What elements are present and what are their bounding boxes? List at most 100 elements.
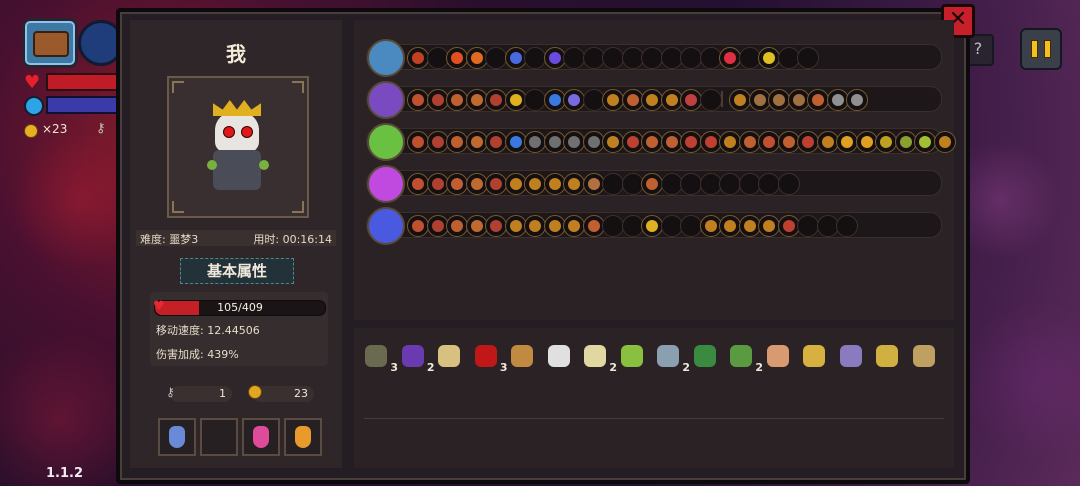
- golden-key-item-icon: [803, 345, 825, 367]
- empty-upgrade-slot[interactable]: [485, 47, 507, 69]
- upgrade-slot[interactable]: [641, 89, 663, 111]
- staff-icon-purple[interactable]: [367, 81, 405, 119]
- upgrade-slot[interactable]: [758, 215, 780, 237]
- upgrade-slot[interactable]: [641, 173, 663, 195]
- upgrade-slot[interactable]: [407, 89, 429, 111]
- potion-slot[interactable]: [158, 418, 196, 456]
- empty-upgrade-slot[interactable]: [602, 215, 624, 237]
- empty-upgrade-slot[interactable]: [797, 215, 819, 237]
- scroll-item[interactable]: [508, 342, 536, 370]
- upgrade-slot[interactable]: [485, 131, 507, 153]
- empty-upgrade-slot[interactable]: [680, 215, 702, 237]
- empty-upgrade-slot[interactable]: [641, 47, 663, 69]
- upgrade-slot[interactable]: [407, 131, 429, 153]
- chest-icon[interactable]: [367, 39, 405, 77]
- upgrade-slot[interactable]: [407, 47, 429, 69]
- upgrade-icon: [548, 220, 561, 232]
- upgrade-slot[interactable]: [875, 131, 897, 153]
- upgrade-slot[interactable]: [807, 89, 829, 111]
- upgrade-slot[interactable]: [524, 215, 546, 237]
- empty-upgrade-slot[interactable]: [602, 173, 624, 195]
- golden-key-item[interactable]: [800, 342, 828, 370]
- upgrade-icon: [724, 220, 736, 232]
- upgrade-slot[interactable]: [407, 215, 429, 237]
- empty-upgrade-slot[interactable]: [524, 47, 546, 69]
- hud-chest-icon[interactable]: [22, 18, 78, 68]
- upgrade-slot[interactable]: [446, 47, 468, 69]
- potion-slot[interactable]: [242, 418, 280, 456]
- skull-gem-item[interactable]: [545, 342, 573, 370]
- potion-slot[interactable]: [200, 418, 238, 456]
- potion-slot[interactable]: [284, 418, 322, 456]
- upgrade-slot[interactable]: [719, 131, 741, 153]
- upgrade-slot[interactable]: [641, 215, 663, 237]
- feather-item[interactable]: 2: [654, 342, 690, 374]
- upgrade-slot[interactable]: [719, 215, 741, 237]
- upgrade-slot[interactable]: [768, 89, 790, 111]
- leaf-item[interactable]: [618, 342, 646, 370]
- upgrade-icon: [431, 94, 444, 106]
- upgrade-slot[interactable]: [846, 89, 868, 111]
- witch-hat-item[interactable]: 2: [399, 342, 435, 374]
- pause-button[interactable]: [1020, 28, 1062, 70]
- upgrade-slot[interactable]: [602, 89, 624, 111]
- upgrade-slot[interactable]: [485, 173, 507, 195]
- fangs-item[interactable]: 2: [581, 342, 617, 374]
- upgrade-slot[interactable]: [797, 131, 819, 153]
- damage-bonus-stat: 伤害加成: 439%: [156, 348, 239, 361]
- bread-item[interactable]: [435, 342, 463, 370]
- empty-upgrade-slot[interactable]: [680, 47, 702, 69]
- egg-item[interactable]: [764, 342, 792, 370]
- upgrade-slot[interactable]: [446, 131, 468, 153]
- upgrade-slot[interactable]: [758, 47, 780, 69]
- empty-upgrade-slot[interactable]: [777, 173, 800, 195]
- upgrade-slot[interactable]: [933, 131, 956, 153]
- empty-upgrade-slot[interactable]: [680, 173, 702, 195]
- empty-upgrade-slot[interactable]: [563, 47, 585, 69]
- wand-icon[interactable]: [367, 165, 405, 203]
- upgrade-slot[interactable]: [446, 89, 468, 111]
- upgrade-slot[interactable]: [914, 131, 936, 153]
- upgrade-slot[interactable]: [641, 131, 663, 153]
- upgrade-slot[interactable]: [836, 131, 858, 153]
- upgrade-slot[interactable]: [446, 215, 468, 237]
- upgrade-slot[interactable]: [563, 173, 585, 195]
- upgrade-slot[interactable]: [563, 89, 585, 111]
- upgrade-slot[interactable]: [524, 173, 546, 195]
- upgrade-icon: [470, 136, 483, 148]
- vortex-icon[interactable]: [367, 207, 405, 245]
- upgrade-slot[interactable]: [563, 131, 585, 153]
- upgrade-slot[interactable]: [407, 173, 429, 195]
- empty-upgrade-slot[interactable]: [758, 173, 780, 195]
- upgrade-slot[interactable]: [446, 173, 468, 195]
- staff-icon-green[interactable]: [367, 123, 405, 161]
- green-boot-item[interactable]: [691, 342, 719, 370]
- upgrade-slot[interactable]: [485, 89, 507, 111]
- upgrade-slot[interactable]: [758, 131, 780, 153]
- upgrade-icon: [665, 94, 678, 106]
- turtle-shell-item[interactable]: 3: [362, 342, 398, 374]
- upgrade-slot[interactable]: [485, 215, 507, 237]
- upgrade-slot[interactable]: [680, 89, 702, 111]
- empty-upgrade-slot[interactable]: [602, 47, 624, 69]
- antler-item[interactable]: [873, 342, 901, 370]
- rune-tablet-item[interactable]: [837, 342, 865, 370]
- item-count: 2: [682, 361, 690, 374]
- empty-upgrade-slot[interactable]: [719, 173, 741, 195]
- claw-glove-item[interactable]: [910, 342, 938, 370]
- red-eye-item[interactable]: 3: [472, 342, 508, 374]
- empty-upgrade-slot[interactable]: [797, 47, 819, 69]
- upgrade-slot[interactable]: [524, 131, 546, 153]
- vine-item[interactable]: 2: [727, 342, 763, 374]
- hud-coin-count: ×23: [42, 122, 68, 136]
- empty-upgrade-slot[interactable]: [836, 215, 858, 237]
- empty-upgrade-slot[interactable]: [699, 89, 722, 111]
- upgrade-slot[interactable]: [602, 131, 624, 153]
- empty-upgrade-slot[interactable]: [524, 89, 546, 111]
- stats-tab[interactable]: 基本属性: [180, 258, 294, 284]
- upgrade-icon: [724, 52, 736, 64]
- upgrade-slot[interactable]: [680, 131, 702, 153]
- upgrade-slot[interactable]: [719, 47, 741, 69]
- upgrade-slot[interactable]: [729, 89, 751, 111]
- upgrade-slot[interactable]: [563, 215, 585, 237]
